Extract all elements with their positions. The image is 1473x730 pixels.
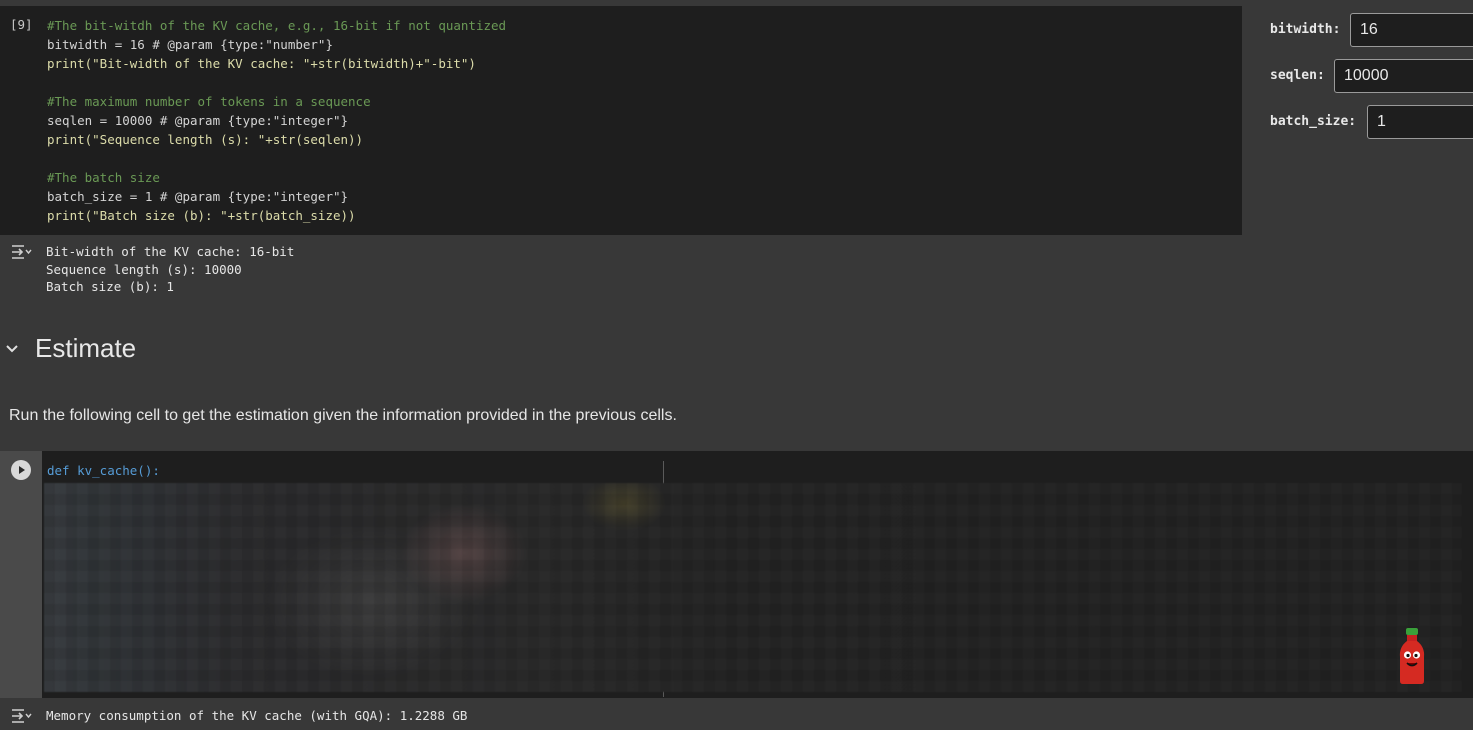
seqlen-input[interactable]: [1334, 59, 1473, 93]
run-cell-button[interactable]: [11, 460, 31, 480]
comment: #The batch size: [47, 170, 160, 185]
code-text: seqlen = 10000 # @param {type:"integer"}: [47, 113, 349, 128]
code-line-9: print("Batch size (b): "+str(batch_size)…: [47, 206, 356, 225]
code-line-4: #The maximum number of tokens in a seque…: [47, 92, 371, 111]
memory-output-line: Memory consumption of the KV cache (with…: [46, 708, 468, 723]
batch-size-input[interactable]: [1367, 105, 1473, 139]
code-line-2: bitwidth = 16 # @param {type:"number"}: [47, 35, 333, 54]
code-text: print("Batch size (b): "+str(batch_size)…: [47, 208, 356, 223]
code-text: print("Sequence length (s): "+str(seqlen…: [47, 132, 364, 147]
output-toggle-icon[interactable]: [10, 707, 32, 725]
execution-count: [9]: [10, 17, 33, 32]
code-text: def kv_cache():: [47, 463, 160, 478]
output-toggle-icon[interactable]: [10, 243, 32, 261]
code-line-def: def kv_cache():: [47, 461, 160, 480]
code-line-6: print("Sequence length (s): "+str(seqlen…: [47, 130, 363, 149]
chevron-down-icon[interactable]: [4, 341, 20, 357]
batch-size-label: batch_size:: [1270, 114, 1357, 129]
output-line-2: Sequence length (s): 10000: [46, 262, 242, 277]
output-line-3: Batch size (b): 1: [46, 279, 174, 294]
code-text: batch_size = 1 # @param {type:"integer"}: [47, 189, 349, 204]
code-text: bitwidth = 16 # @param {type:"number"}: [47, 37, 333, 52]
comment: #The maximum number of tokens in a seque…: [47, 94, 371, 109]
code-line-5: seqlen = 10000 # @param {type:"integer"}: [47, 111, 348, 130]
code-line-8: batch_size = 1 # @param {type:"integer"}: [47, 187, 348, 206]
mascot-bottle-icon[interactable]: [1397, 627, 1427, 685]
output-line-1: Bit-width of the KV cache: 16-bit: [46, 244, 295, 259]
play-icon: [19, 466, 25, 474]
cell-gutter: [0, 451, 42, 698]
seqlen-label: seqlen:: [1270, 68, 1325, 83]
code-text: print("Bit-width of the KV cache: "+str(…: [47, 56, 476, 71]
bitwidth-input[interactable]: [1350, 13, 1473, 47]
section-heading: Estimate: [35, 333, 137, 363]
code-line-1: #The bit-witdh of the KV cache, e.g., 16…: [47, 16, 506, 35]
code-line-7: #The batch size: [47, 168, 160, 187]
section-paragraph: Run the following cell to get the estima…: [9, 407, 677, 424]
code-line-3: print("Bit-width of the KV cache: "+str(…: [47, 54, 476, 73]
obscured-code-area: [44, 483, 1462, 692]
bitwidth-label: bitwidth:: [1270, 22, 1341, 37]
comment: #The bit-witdh of the KV cache, e.g., 16…: [47, 18, 507, 33]
